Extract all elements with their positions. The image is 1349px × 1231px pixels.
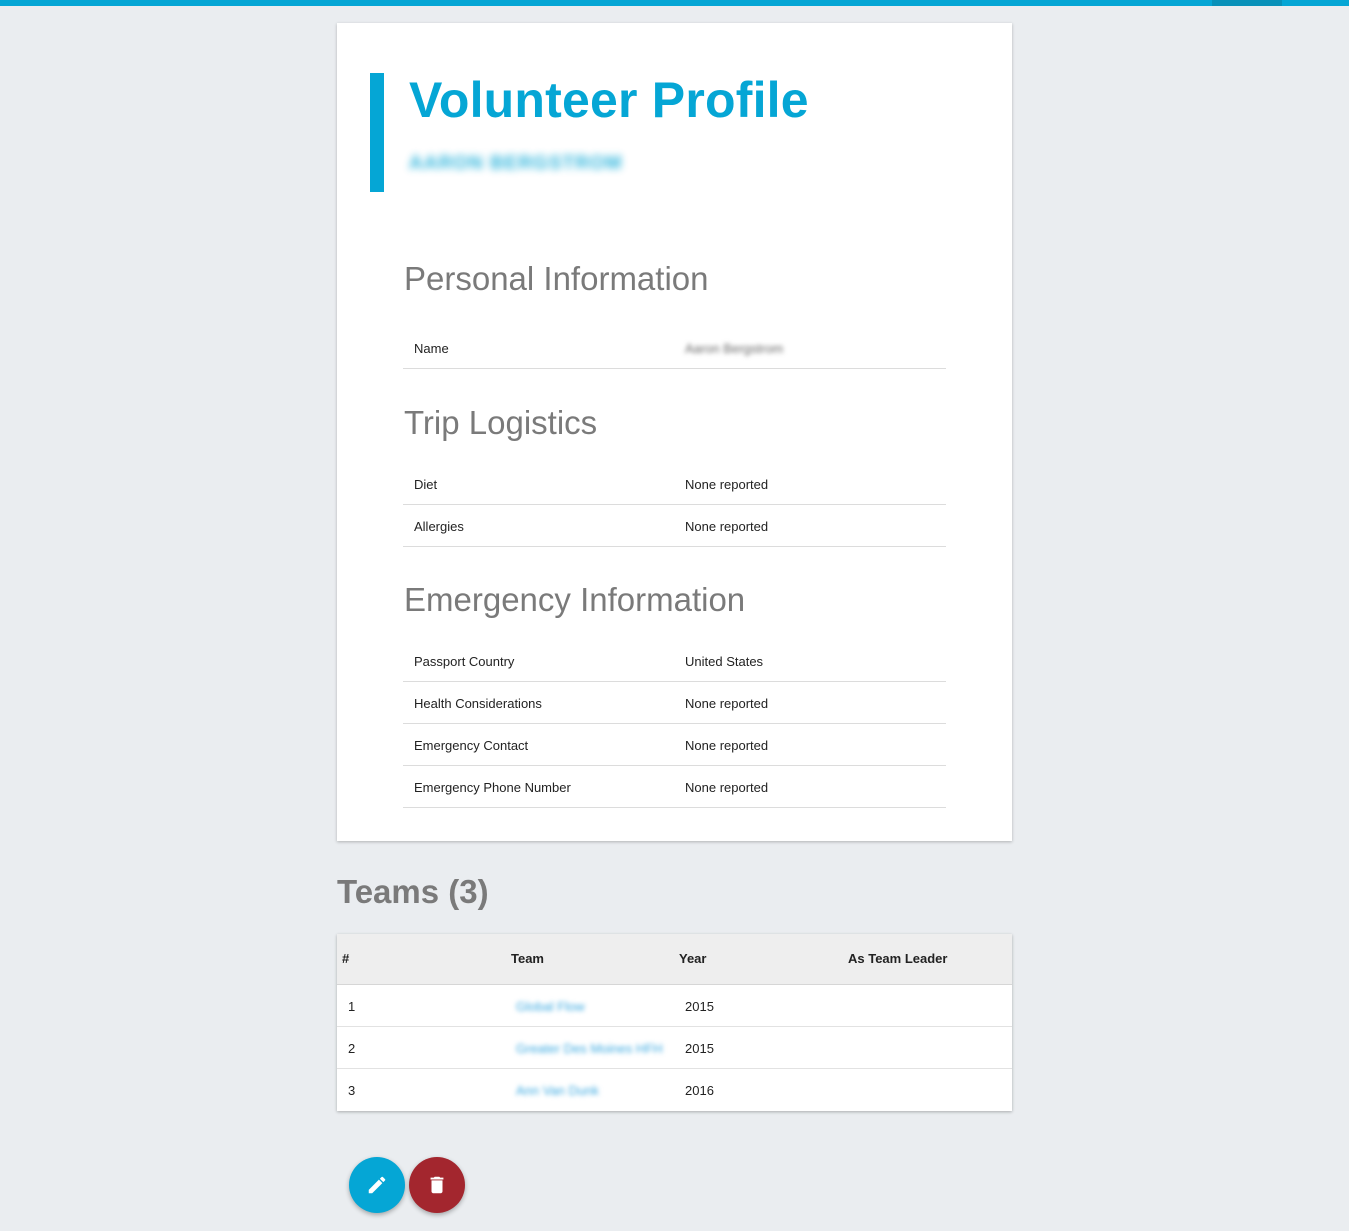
profile-card: Volunteer Profile AARON BERGSTROM Person… — [337, 23, 1012, 841]
teams-table: # Team Year As Team Leader 1 Global Flow… — [337, 934, 1012, 1111]
info-value: United States — [685, 654, 764, 669]
team-year: 2015 — [685, 1041, 714, 1056]
info-label: Emergency Phone Number — [414, 780, 571, 795]
info-row-name: Name Aaron Bergstrom — [403, 327, 946, 369]
team-link[interactable]: Global Flow — [516, 999, 585, 1014]
column-header-year[interactable]: Year — [679, 951, 706, 966]
info-row-emergency-contact: Emergency Contact None reported — [403, 724, 946, 766]
info-row-emergency-phone: Emergency Phone Number None reported — [403, 766, 946, 808]
section-title-personal: Personal Information — [404, 260, 709, 297]
team-link[interactable]: Greater Des Moines HFH — [516, 1041, 663, 1056]
table-row: 3 Ann Van Dunk 2016 — [337, 1069, 1012, 1111]
column-header-number[interactable]: # — [342, 951, 349, 966]
info-label: Allergies — [414, 519, 464, 534]
volunteer-name-subtitle: AARON BERGSTROM — [409, 153, 623, 174]
info-row-allergies: Allergies None reported — [403, 505, 946, 547]
row-number: 1 — [348, 999, 356, 1014]
emergency-info-table: Passport Country United States Health Co… — [403, 640, 946, 808]
table-row: 2 Greater Des Moines HFH 2015 — [337, 1027, 1012, 1069]
info-row-health-considerations: Health Considerations None reported — [403, 682, 946, 724]
trash-icon — [430, 1176, 444, 1194]
info-label: Emergency Contact — [414, 738, 529, 753]
row-number: 2 — [348, 1041, 356, 1056]
column-header-team[interactable]: Team — [511, 951, 544, 966]
info-value: None reported — [685, 519, 769, 534]
column-header-team-leader[interactable]: As Team Leader — [848, 951, 947, 966]
info-row-passport-country: Passport Country United States — [403, 640, 946, 682]
section-title-emergency: Emergency Information — [404, 581, 746, 618]
section-title-trip-logistics: Trip Logistics — [404, 404, 598, 441]
row-number: 3 — [348, 1083, 356, 1098]
info-value: None reported — [685, 477, 769, 492]
teams-title: Teams (3) — [337, 873, 489, 910]
trip-logistics-table: Diet None reported Allergies None report… — [403, 463, 946, 547]
info-value: Aaron Bergstrom — [685, 341, 784, 356]
team-link[interactable]: Ann Van Dunk — [516, 1083, 599, 1098]
info-label: Name — [414, 341, 449, 356]
delete-button[interactable] — [409, 1157, 465, 1213]
personal-info-table: Name Aaron Bergstrom — [403, 327, 946, 369]
team-year: 2015 — [685, 999, 714, 1014]
info-value: None reported — [685, 780, 769, 795]
info-value: None reported — [685, 738, 769, 753]
team-year: 2016 — [685, 1083, 714, 1098]
info-label: Diet — [414, 477, 438, 492]
info-value: None reported — [685, 696, 769, 711]
title-accent-bar — [370, 73, 384, 192]
edit-button[interactable] — [349, 1157, 405, 1213]
page-title: Volunteer Profile — [409, 72, 809, 128]
top-accent-bar — [0, 0, 1349, 6]
table-header-row: # Team Year As Team Leader — [337, 934, 1012, 985]
table-row: 1 Global Flow 2015 — [337, 985, 1012, 1027]
info-label: Passport Country — [414, 654, 515, 669]
info-row-diet: Diet None reported — [403, 463, 946, 505]
top-accent-bar-highlight — [1212, 0, 1282, 6]
pencil-icon — [368, 1176, 386, 1194]
info-label: Health Considerations — [414, 696, 542, 711]
